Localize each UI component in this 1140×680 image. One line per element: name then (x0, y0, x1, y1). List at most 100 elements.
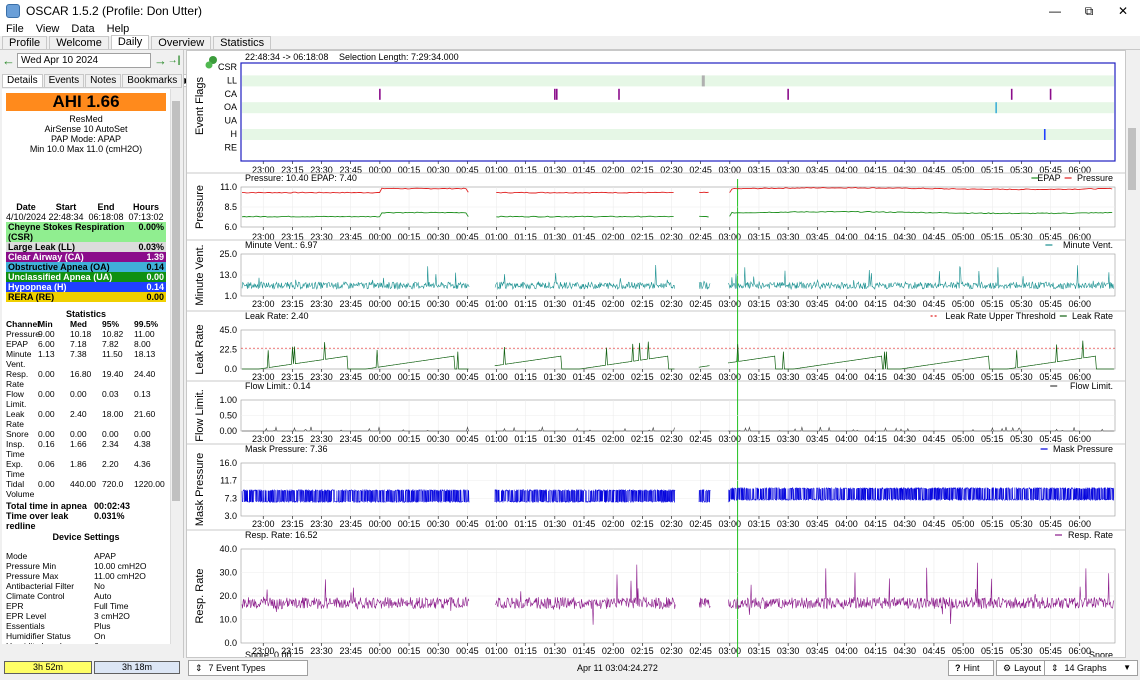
x-tick-label: 23:15 (281, 434, 304, 444)
event-row[interactable]: Clear Airway (CA) 1.39 (6, 252, 166, 262)
event-flag-mark (379, 88, 381, 100)
tab-details[interactable]: Details (2, 74, 43, 87)
tab-profile[interactable]: Profile (2, 36, 48, 49)
flag-row-label: OA (224, 102, 237, 112)
x-tick-label: 01:30 (544, 434, 567, 444)
stat-col-995: 99.5% (134, 319, 159, 329)
plot-frame (240, 462, 1116, 517)
duration-b[interactable]: 3h 18m (94, 661, 180, 674)
x-tick-label: 04:30 (894, 519, 917, 529)
x-tick-label: 06:00 (1068, 434, 1091, 444)
x-tick-label: 01:45 (573, 299, 596, 309)
total-row: Total time in apnea 00:02:43 (6, 501, 166, 511)
minimize-button[interactable]: — (1038, 0, 1072, 22)
statistics-cell: EPAP (6, 339, 29, 349)
close-button[interactable]: ✕ (1106, 0, 1140, 22)
last-day-icon[interactable]: →| (166, 55, 182, 66)
prev-day-icon[interactable]: ← (2, 53, 15, 68)
event-flag-mark (555, 88, 558, 100)
graph-scrollbar[interactable] (1126, 50, 1138, 658)
statistics-cell: Tidal Volume (6, 479, 35, 499)
panel-title: Leak Rate (194, 324, 206, 374)
y-tick-label: 0.0 (224, 638, 237, 648)
panel-title: Mask Pressure (194, 453, 206, 526)
x-tick-label: 00:00 (369, 646, 392, 656)
y-tick-label: 3.0 (224, 511, 237, 521)
x-tick-label: 03:30 (777, 434, 800, 444)
menu-view[interactable]: View (30, 22, 66, 36)
minute-vent-line (241, 264, 1114, 291)
event-row[interactable]: Large Leak (LL) 0.03% (6, 242, 166, 252)
tab-daily[interactable]: Daily (110, 35, 150, 49)
tab-notes[interactable]: Notes (85, 74, 122, 87)
next-day-icon[interactable]: → (154, 53, 167, 68)
legend-label: Leak Rate (1072, 311, 1113, 321)
panel-title: Minute Vent. (194, 244, 206, 305)
event-row[interactable]: Hypopnea (H) 0.14 (6, 282, 166, 292)
graph-value-label: Mask Pressure: 7.36 (245, 444, 328, 454)
menu-bar: File View Data Help (0, 22, 1140, 36)
maximize-button[interactable]: ⧉ (1072, 0, 1106, 22)
flag-row-label: LL (227, 75, 237, 85)
x-tick-label: 23:00 (252, 299, 275, 309)
title-bar: OSCAR 1.5.2 (Profile: Don Utter) — ⧉ ✕ (0, 0, 1140, 22)
event-types-dropdown[interactable]: ⇕ 7 Event Types (188, 660, 308, 676)
main-tabs: Profile Welcome Daily Overview Statistic… (0, 35, 1140, 50)
event-row[interactable]: Obstructive Apnea (OA) 0.14 (6, 262, 166, 272)
statistics-cell: 11.50 (102, 349, 123, 359)
event-row[interactable]: Cheyne Stokes Respiration (CSR) 0.00% (6, 222, 166, 242)
tab-events[interactable]: Events (43, 74, 85, 87)
layout-button[interactable]: ⚙ Layout (996, 660, 1046, 676)
daily-graphs[interactable]: Event Flags 23:00 23:15 23:30 23:45 00:00 00:1… (187, 51, 1126, 658)
hours-cell: 07:13:02 (128, 212, 164, 222)
x-tick-label: 05:00 (952, 519, 975, 529)
x-tick-label: 00:45 (456, 299, 479, 309)
tab-overview[interactable]: Overview (151, 36, 212, 49)
event-label: RERA (RE) (8, 292, 55, 302)
statistics-cell: 16.80 (70, 369, 92, 379)
graph-value-label: Minute Vent.: 6.97 (245, 240, 318, 250)
duration-a[interactable]: 3h 52m (4, 661, 92, 674)
y-tick-label: 8.5 (224, 202, 237, 212)
x-tick-label: 01:30 (544, 299, 567, 309)
graph-area: Event Flags 23:00 23:15 23:30 23:45 00:00 00:1… (186, 50, 1126, 658)
x-tick-label: 02:30 (660, 646, 683, 656)
event-row[interactable]: Unclassified Apnea (UA) 0.00 (6, 272, 166, 282)
x-tick-label: 00:00 (369, 434, 392, 444)
graphs-dropdown[interactable]: ⇕ 14 Graphs ▼ (1044, 660, 1138, 676)
date-picker[interactable]: Wed Apr 10 2024 (17, 52, 151, 68)
event-label: Hypopnea (H) (8, 282, 67, 292)
machine-model: AirSense 10 AutoSet (44, 124, 128, 134)
x-tick-label: 00:45 (456, 434, 479, 444)
tab-statistics[interactable]: Statistics (213, 36, 272, 49)
statistics-cell: 21.60 (134, 409, 156, 419)
setting-label: Pressure Min (6, 561, 57, 571)
x-tick-label: 23:00 (252, 519, 275, 529)
statistics-cell: 9.00 (38, 329, 55, 339)
statistics-row: Insp. Time 0.16 1.66 2.34 4.38 (6, 439, 166, 459)
statistics-cell: 24.40 (134, 369, 156, 379)
menu-file[interactable]: File (0, 22, 30, 36)
y-tick-label: 13.0 (219, 270, 237, 280)
leak-rate-line (242, 340, 1114, 370)
tab-welcome[interactable]: Welcome (49, 36, 109, 49)
menu-help[interactable]: Help (101, 22, 136, 36)
x-tick-label: 05:30 (1010, 434, 1033, 444)
left-panel: ← Wed Apr 10 2024 → →| Details Events No… (0, 50, 192, 658)
event-label: Clear Airway (CA) (8, 252, 84, 262)
stat-col-med: Med (70, 319, 87, 329)
window-title: OSCAR 1.5.2 (Profile: Don Utter) (26, 4, 203, 18)
event-value: 0.14 (146, 282, 164, 292)
legend-label: Minute Vent. (1063, 240, 1113, 250)
setting-value: Plus (94, 621, 111, 631)
tab-bookmarks[interactable]: Bookmarks (122, 74, 183, 87)
y-tick-label: 0.50 (219, 411, 237, 421)
x-tick-label: 05:00 (952, 434, 975, 444)
details-scrollbar[interactable] (170, 89, 180, 644)
hint-button[interactable]: ? Hint (948, 660, 994, 676)
statistics-row: Flow Limit. 0.00 0.00 0.03 0.13 (6, 389, 166, 409)
statistics-cell: Leak Rate (6, 409, 25, 429)
menu-data[interactable]: Data (65, 22, 100, 36)
flag-row-label: H (231, 129, 238, 139)
event-row[interactable]: RERA (RE) 0.00 (6, 292, 166, 302)
